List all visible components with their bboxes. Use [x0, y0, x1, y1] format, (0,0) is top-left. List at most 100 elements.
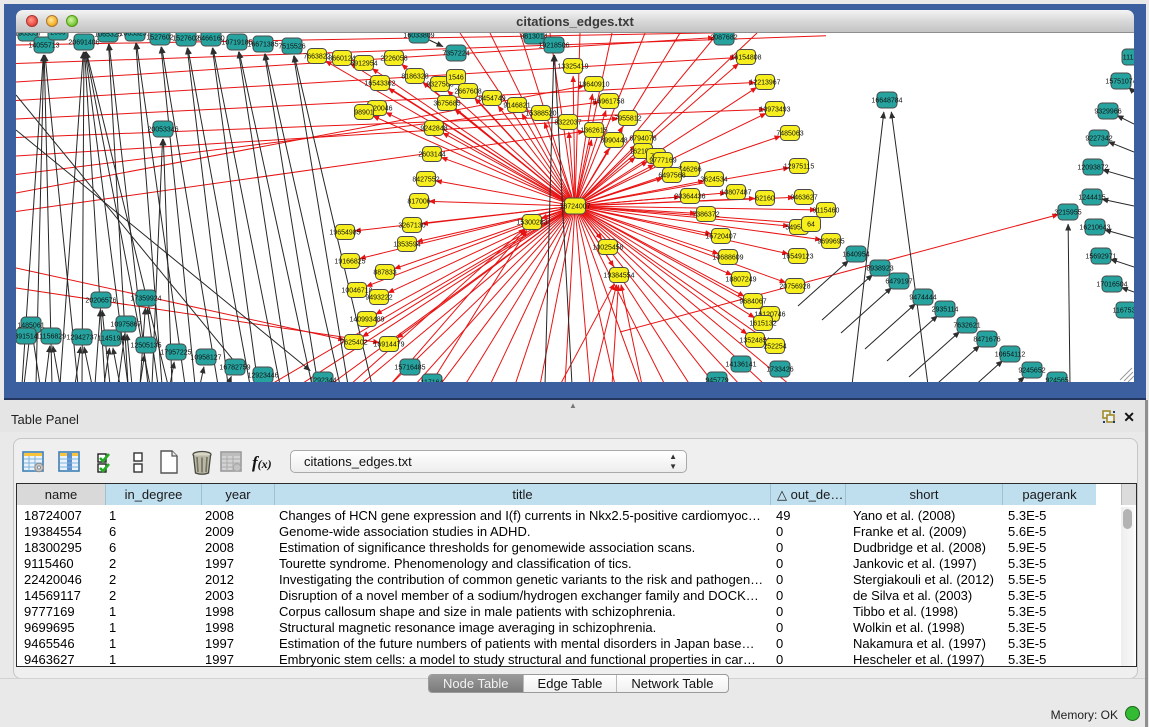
- svg-text:15720407: 15720407: [705, 233, 736, 240]
- svg-text:3215955: 3215955: [1054, 209, 1081, 216]
- svg-text:16914479: 16914479: [373, 341, 404, 348]
- svg-text:15300283: 15300283: [516, 219, 547, 226]
- svg-text:945779: 945779: [705, 377, 728, 382]
- svg-text:8471676: 8471676: [973, 336, 1000, 343]
- svg-text:117164: 117164: [421, 379, 444, 382]
- svg-text:8186328: 8186328: [401, 73, 428, 80]
- svg-text:20756928: 20756928: [779, 283, 810, 290]
- svg-text:1640954: 1640954: [842, 251, 869, 258]
- svg-text:1362615: 1362615: [580, 127, 607, 134]
- svg-text:8990448: 8990448: [600, 137, 627, 144]
- svg-text:924565: 924565: [1045, 377, 1068, 382]
- svg-text:18640910: 18640910: [578, 81, 609, 88]
- svg-text:98901: 98901: [354, 109, 374, 116]
- svg-text:2069: 2069: [50, 33, 66, 36]
- svg-text:7663822: 7663822: [303, 53, 330, 60]
- svg-text:8813014: 8813014: [520, 33, 547, 40]
- svg-text:16210643: 16210643: [1079, 224, 1110, 231]
- svg-text:6497568: 6497568: [658, 172, 685, 179]
- svg-text:9474444: 9474444: [909, 294, 936, 301]
- svg-text:10688609: 10688609: [712, 254, 743, 261]
- svg-text:887833: 887833: [373, 269, 396, 276]
- svg-text:7386372: 7386372: [692, 211, 719, 218]
- svg-text:20691406: 20691406: [68, 39, 99, 46]
- svg-text:817006: 817006: [407, 198, 430, 205]
- svg-text:9146821: 9146821: [503, 102, 530, 109]
- svg-text:9684067: 9684067: [739, 298, 766, 305]
- svg-text:7632621: 7632621: [953, 322, 980, 329]
- svg-text:1353594: 1353594: [393, 241, 420, 248]
- svg-text:20053346: 20053346: [147, 126, 178, 133]
- svg-text:16671385: 16671385: [247, 41, 278, 48]
- svg-text:20364436: 20364436: [674, 193, 705, 200]
- svg-text:9329966: 9329966: [1094, 108, 1121, 115]
- svg-text:10654112: 10654112: [995, 351, 1026, 358]
- svg-text:16782759: 16782759: [219, 364, 250, 371]
- svg-text:10025458: 10025458: [592, 244, 623, 251]
- svg-text:15751074: 15751074: [1105, 78, 1134, 85]
- svg-text:3675685: 3675685: [433, 100, 460, 107]
- svg-text:9777169: 9777169: [649, 157, 676, 164]
- svg-text:16154808: 16154808: [730, 54, 761, 61]
- svg-text:252254: 252254: [763, 343, 786, 350]
- svg-text:15716485: 15716485: [394, 364, 425, 371]
- svg-text:15388520: 15388520: [525, 110, 556, 117]
- svg-text:14055713: 14055713: [28, 42, 59, 49]
- svg-text:3267130: 3267130: [398, 222, 425, 229]
- svg-text:19166825: 19166825: [334, 258, 365, 265]
- svg-text:1065325: 1065325: [94, 33, 121, 38]
- svg-text:140993489: 140993489: [349, 316, 384, 323]
- svg-text:7625402: 7625402: [340, 339, 367, 346]
- svg-text:8938923: 8938923: [866, 265, 893, 272]
- svg-text:13325419: 13325419: [557, 63, 588, 70]
- svg-text:12213967: 12213967: [749, 79, 780, 86]
- svg-text:2935114: 2935114: [932, 306, 959, 313]
- svg-text:1292344: 1292344: [309, 377, 336, 382]
- svg-text:2226058: 2226058: [380, 55, 407, 62]
- svg-text:8454749: 8454749: [478, 95, 505, 102]
- svg-text:19384554: 19384554: [603, 272, 634, 279]
- svg-text:3624534: 3624534: [700, 176, 727, 183]
- svg-text:9227342: 9227342: [1085, 135, 1112, 142]
- svg-text:18724007: 18724007: [559, 203, 590, 210]
- svg-text:17016504: 17016504: [1096, 281, 1127, 288]
- svg-text:10973493: 10973493: [759, 106, 790, 113]
- svg-text:2603144: 2603144: [418, 151, 445, 158]
- svg-text:10807487: 10807487: [720, 189, 751, 196]
- svg-text:2087682: 2087682: [710, 34, 737, 41]
- svg-text:7485063: 7485063: [776, 130, 803, 137]
- svg-text:1244415: 1244415: [1078, 194, 1105, 201]
- svg-text:15692971: 15692971: [1085, 253, 1116, 260]
- svg-text:7955812: 7955812: [614, 115, 641, 122]
- svg-text:9493222: 9493222: [365, 294, 392, 301]
- svg-text:64: 64: [807, 221, 815, 228]
- svg-text:391514: 391514: [16, 333, 38, 340]
- svg-text:1615132: 1615132: [749, 320, 776, 327]
- svg-text:11123: 11123: [1123, 54, 1134, 61]
- svg-text:12942737: 12942737: [66, 334, 97, 341]
- svg-text:17957225: 17957225: [160, 349, 191, 356]
- svg-text:20206576: 20206576: [85, 297, 116, 304]
- svg-text:9463627: 9463627: [790, 194, 817, 201]
- svg-text:10958127: 10958127: [190, 354, 221, 361]
- svg-text:1733426: 1733426: [766, 366, 793, 373]
- svg-text:62160: 62160: [755, 195, 775, 202]
- svg-text:8912954: 8912954: [350, 60, 377, 67]
- svg-text:16033809: 16033809: [403, 33, 434, 39]
- svg-text:18807249: 18807249: [725, 276, 756, 283]
- svg-text:2667608: 2667608: [454, 88, 481, 95]
- svg-text:8322037: 8322037: [554, 119, 581, 126]
- svg-text:1527602: 1527602: [172, 35, 199, 42]
- svg-text:12093872: 12093872: [1077, 164, 1108, 171]
- svg-text:1546: 1546: [448, 74, 464, 81]
- svg-text:6794078: 6794078: [629, 135, 656, 142]
- svg-text:6479197: 6479197: [885, 278, 912, 285]
- svg-text:16648784: 16648784: [871, 97, 902, 104]
- svg-text:9245652: 9245652: [1018, 367, 1045, 374]
- svg-text:7357224: 7357224: [442, 50, 469, 57]
- svg-text:16549123: 16549123: [782, 253, 813, 260]
- svg-text:16543362: 16543362: [364, 80, 395, 87]
- svg-text:19654985: 19654985: [329, 229, 360, 236]
- svg-text:1167534: 1167534: [1113, 307, 1134, 314]
- svg-text:8427552: 8427552: [412, 176, 439, 183]
